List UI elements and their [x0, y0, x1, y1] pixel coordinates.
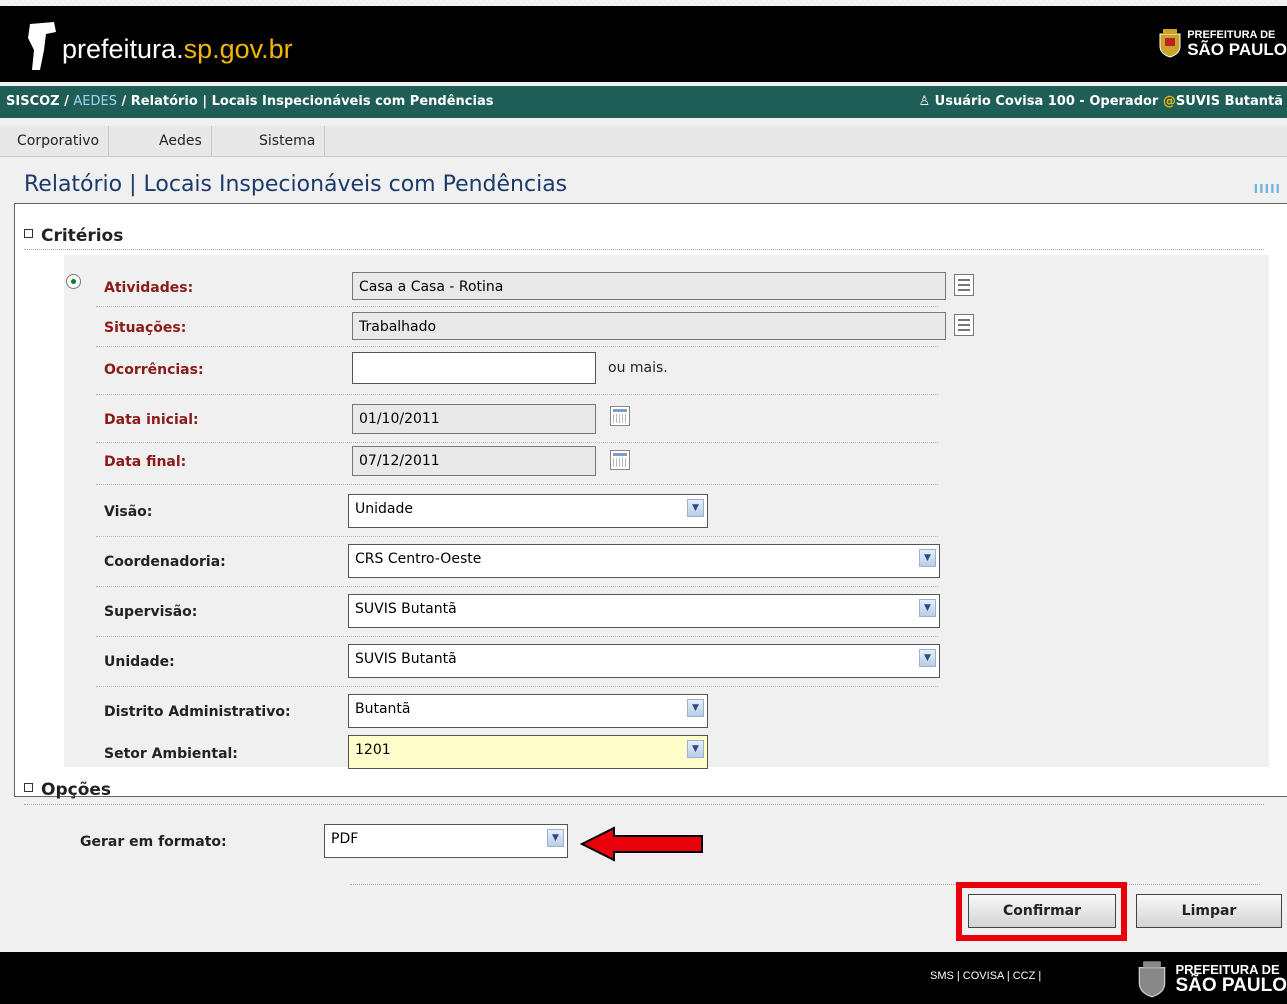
unidade-select[interactable]: SUVIS Butantã ▼ [348, 644, 940, 678]
formato-select[interactable]: PDF ▼ [324, 824, 568, 858]
chevron-down-icon[interactable]: ▼ [919, 649, 936, 667]
setor-label: Setor Ambiental: [104, 746, 238, 762]
divider [96, 686, 938, 687]
user-icon: ♙ [918, 94, 931, 109]
section-criterios-label: Critérios [41, 226, 124, 246]
ocorrencias-suffix: ou mais. [608, 360, 668, 376]
logo-line1: PREFEITURA DE [1187, 28, 1276, 41]
divider [96, 484, 938, 485]
criteria-radio[interactable] [66, 274, 81, 289]
breadcrumb-module-link[interactable]: AEDES [73, 94, 117, 109]
footer-logo-line1: PREFEITURA DE [1175, 961, 1280, 977]
collapse-square-icon [24, 783, 33, 792]
formato-value: PDF [331, 831, 359, 847]
visao-select[interactable]: Unidade ▼ [348, 494, 708, 528]
chevron-down-icon[interactable]: ▼ [687, 740, 704, 758]
situacoes-field[interactable]: Trabalhado [352, 312, 946, 340]
breadcrumb-separator: / [59, 94, 74, 109]
city-logo-icon [28, 22, 56, 70]
situacoes-label: Situações: [104, 320, 187, 336]
chevron-down-icon[interactable]: ▼ [687, 699, 704, 717]
breadcrumb-current: / Relatório | Locais Inspecionáveis com … [117, 94, 494, 109]
red-arrow-icon [580, 826, 703, 862]
site-name[interactable]: prefeitura.sp.gov.br [62, 34, 293, 65]
section-opcoes-label: Opções [41, 780, 112, 800]
calendar-icon[interactable] [610, 450, 630, 470]
data-final-label: Data final: [104, 454, 187, 470]
chevron-down-icon[interactable]: ▼ [919, 549, 936, 567]
section-criterios[interactable]: Critérios [24, 226, 123, 246]
section-opcoes[interactable]: Opções [24, 780, 111, 800]
data-final-field[interactable]: 07/12/2011 [352, 446, 596, 476]
supervisao-value: SUVIS Butantã [355, 601, 457, 617]
coordenadoria-value: CRS Centro-Oeste [355, 551, 482, 567]
page-title: Relatório | Locais Inspecionáveis com Pe… [24, 172, 568, 197]
divider [96, 306, 938, 307]
divider [96, 636, 938, 637]
unidade-label: Unidade: [104, 654, 175, 670]
unidade-value: SUVIS Butantã [355, 651, 457, 667]
top-header: prefeitura.sp.gov.br PREFEITURA DE SÃO P… [0, 6, 1287, 82]
divider [96, 442, 938, 443]
current-user: Usuário Covisa 100 - Operador [934, 94, 1159, 109]
footer-links[interactable]: SMS | COVISA | CCZ | [930, 970, 1041, 982]
divider [96, 586, 938, 587]
prefeitura-logo[interactable]: PREFEITURA DE SÃO PAULO [1157, 28, 1287, 58]
title-decoration: IIIII [1253, 182, 1281, 196]
supervisao-select[interactable]: SUVIS Butantã ▼ [348, 594, 940, 628]
divider [96, 394, 938, 395]
breadcrumb: SISCOZ / AEDES / Relatório | Locais Insp… [0, 86, 1287, 118]
main-menu: Corporativo Aedes Sistema [0, 126, 1287, 157]
footer: SMS | COVISA | CCZ | PREFEITURA DE SÃO P… [0, 952, 1287, 1004]
current-unit: SUVIS Butantã [1175, 94, 1283, 109]
data-inicial-field[interactable]: 01/10/2011 [352, 404, 596, 434]
menu-item-corporativo[interactable]: Corporativo [8, 126, 110, 156]
site-name-accent: sp.gov.br [183, 34, 293, 64]
setor-select[interactable]: 1201 ▼ [348, 735, 708, 769]
coordenadoria-select[interactable]: CRS Centro-Oeste ▼ [348, 544, 940, 578]
collapse-square-icon [24, 229, 33, 238]
clear-button[interactable]: Limpar [1136, 894, 1282, 928]
calendar-icon[interactable] [610, 406, 630, 426]
site-name-main: prefeitura. [62, 34, 184, 64]
chevron-down-icon[interactable]: ▼ [919, 599, 936, 617]
data-inicial-label: Data inicial: [104, 412, 199, 428]
menu-item-sistema[interactable]: Sistema [250, 126, 326, 156]
divider [96, 536, 938, 537]
atividades-field[interactable]: Casa a Casa - Rotina [352, 272, 946, 300]
crest-icon [1139, 961, 1166, 998]
chevron-down-icon[interactable]: ▼ [547, 829, 564, 847]
highlight-annotation [956, 882, 1127, 941]
list-picker-icon[interactable] [954, 314, 974, 336]
coordenadoria-label: Coordenadoria: [104, 554, 226, 570]
distrito-select[interactable]: Butantã ▼ [348, 694, 708, 728]
at-icon: @ [1162, 94, 1176, 109]
formato-label: Gerar em formato: [80, 834, 227, 850]
visao-value: Unidade [355, 501, 413, 517]
chevron-down-icon[interactable]: ▼ [687, 499, 704, 517]
atividades-label: Atividades: [104, 280, 194, 296]
setor-value: 1201 [355, 742, 391, 758]
footer-prefeitura-logo[interactable]: PREFEITURA DE SÃO PAULO [1135, 960, 1287, 998]
menu-item-aedes[interactable]: Aedes [150, 126, 212, 156]
logo-line2: SÃO PAULO [1187, 39, 1287, 59]
distrito-value: Butantã [355, 701, 411, 717]
ocorrencias-input[interactable] [352, 352, 596, 384]
footer-logo-line2: SÃO PAULO [1175, 974, 1287, 996]
breadcrumb-root-link[interactable]: SISCOZ [6, 94, 60, 109]
divider [96, 346, 938, 347]
ocorrencias-label: Ocorrências: [104, 362, 204, 378]
crest-icon [1159, 29, 1181, 58]
divider [24, 249, 1264, 250]
list-picker-icon[interactable] [954, 274, 974, 296]
visao-label: Visão: [104, 504, 153, 520]
distrito-label: Distrito Administrativo: [104, 704, 291, 720]
divider [24, 804, 1264, 805]
supervisao-label: Supervisão: [104, 604, 198, 620]
